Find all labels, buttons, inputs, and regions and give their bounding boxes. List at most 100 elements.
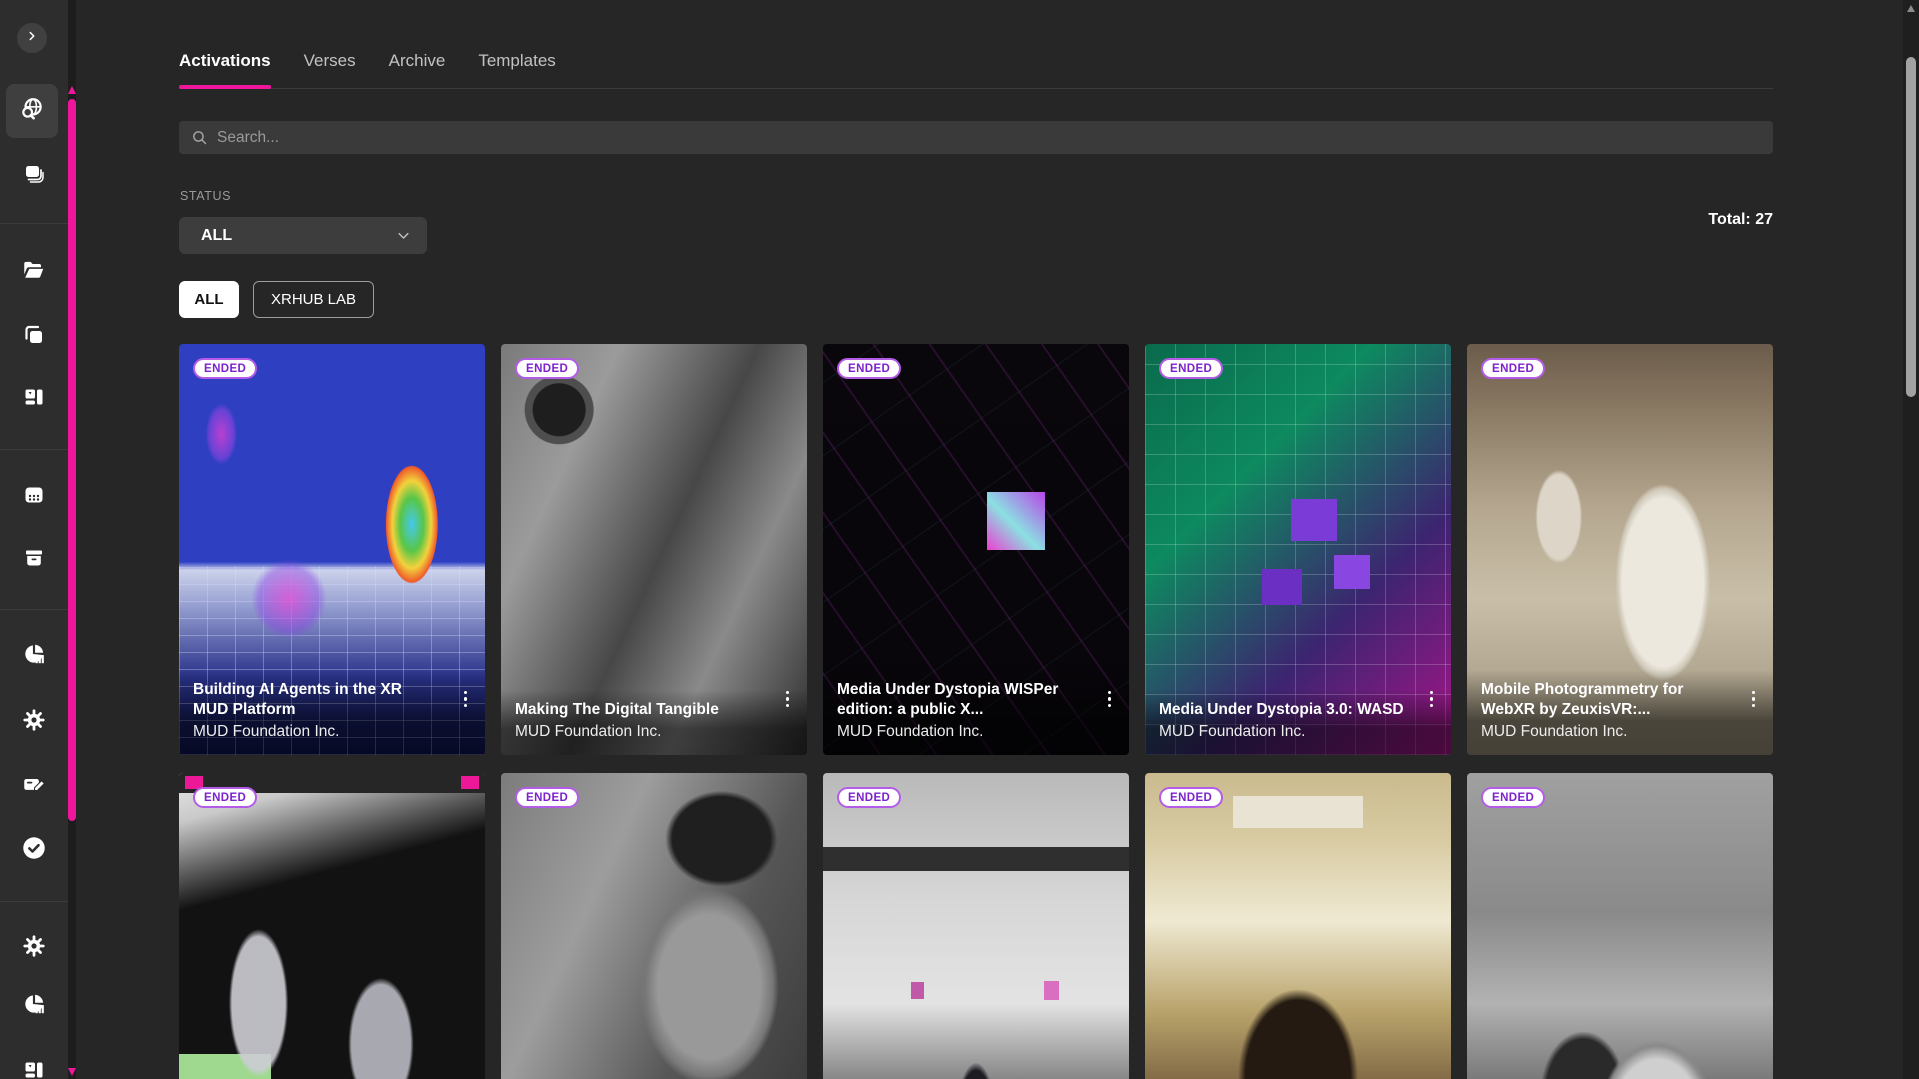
sidebar-item-settings-2[interactable] — [14, 928, 54, 968]
copy-icon — [22, 323, 46, 352]
sidebar-item-copies[interactable] — [14, 317, 54, 357]
search-bar — [179, 121, 1773, 154]
status-dropdown[interactable]: ALL — [179, 217, 427, 254]
status-badge: ENDED — [837, 358, 901, 379]
card-caption: Media Under Dystopia WISPer edition: a p… — [823, 670, 1129, 755]
status-badge: ENDED — [193, 787, 257, 808]
card-org: MUD Foundation Inc. — [1159, 722, 1437, 742]
tab-verses[interactable]: Verses — [304, 51, 356, 71]
card-menu-button[interactable] — [1104, 687, 1116, 712]
card-caption: Mobile Photogrammetry for WebXR by Zeuxi… — [1467, 670, 1773, 755]
status-badge: ENDED — [515, 787, 579, 808]
tab-archive[interactable]: Archive — [389, 51, 446, 71]
chevron-down-icon — [396, 228, 411, 243]
sidebar-item-calendar[interactable] — [14, 477, 54, 517]
sidebar — [0, 0, 68, 1079]
card-image — [823, 773, 1129, 1079]
status-badge: ENDED — [1481, 358, 1545, 379]
scroll-down-arrow-icon[interactable] — [68, 1068, 76, 1076]
sidebar-item-discover[interactable] — [6, 84, 58, 138]
layers-icon — [22, 162, 46, 191]
settings-gear-icon — [22, 708, 46, 737]
card-title: Media Under Dystopia 3.0: WASD — [1159, 700, 1404, 720]
card-org: MUD Foundation Inc. — [193, 722, 471, 742]
sidebar-item-projects[interactable] — [14, 252, 54, 292]
check-circle-icon — [20, 834, 48, 867]
card-caption: Media Under Dystopia 3.0: WASD MUD Found… — [1145, 690, 1451, 755]
page-scrollbar-thumb[interactable] — [1906, 57, 1916, 397]
sidebar-item-media[interactable] — [14, 379, 54, 419]
sidebar-expand-button[interactable] — [17, 23, 47, 53]
card-edit-icon — [21, 772, 47, 803]
sidebar-item-analytics-2[interactable] — [14, 986, 54, 1026]
scroll-up-arrow-icon[interactable] — [68, 86, 76, 94]
activation-card[interactable]: ENDED Building AI Agents in the XR MUD P… — [179, 344, 485, 755]
sidebar-item-card-editor[interactable] — [14, 767, 54, 807]
page-scrollbar — [1903, 0, 1919, 1079]
card-title: Media Under Dystopia WISPer edition: a p… — [837, 680, 1082, 720]
card-caption: Building AI Agents in the XR MUD Platfor… — [179, 670, 485, 755]
scroll-up-arrow-icon[interactable] — [1907, 5, 1915, 12]
total-count: Total: 27 — [1708, 211, 1773, 229]
main-content: Activations Verses Archive Templates STA… — [179, 0, 1773, 1079]
activation-card[interactable]: ENDED — [823, 773, 1129, 1079]
analytics-pie-icon — [21, 641, 47, 672]
calendar-icon — [22, 483, 46, 512]
status-badge: ENDED — [193, 358, 257, 379]
activation-card[interactable]: ENDED Media Under Dystopia 3.0: WASD MUD… — [1145, 344, 1451, 755]
card-menu-button[interactable] — [460, 687, 472, 712]
folder-icon — [21, 257, 47, 288]
card-image — [179, 773, 485, 1079]
activation-card[interactable]: ENDED — [1467, 773, 1773, 1079]
card-title: Mobile Photogrammetry for WebXR by Zeuxi… — [1481, 680, 1726, 720]
sidebar-item-verses[interactable] — [14, 156, 54, 196]
sidebar-item-settings[interactable] — [14, 702, 54, 742]
sidebar-item-analytics[interactable] — [14, 636, 54, 676]
status-badge: ENDED — [1481, 787, 1545, 808]
sidebar-divider — [0, 609, 68, 610]
card-menu-button[interactable] — [1748, 687, 1760, 712]
analytics-pie-icon — [21, 991, 47, 1022]
sidebar-item-approvals[interactable] — [14, 830, 54, 870]
scope-xrhub-lab-button[interactable]: XRHUB LAB — [253, 281, 374, 318]
activation-card[interactable]: ENDED Making The Digital Tangible MUD Fo… — [501, 344, 807, 755]
media-layout-icon — [22, 1058, 46, 1079]
status-badge: ENDED — [1159, 787, 1223, 808]
sidebar-scrollbar — [68, 0, 76, 1079]
search-input[interactable] — [217, 129, 1761, 147]
card-org: MUD Foundation Inc. — [837, 722, 1115, 742]
tab-templates[interactable]: Templates — [478, 51, 555, 71]
card-title: Building AI Agents in the XR MUD Platfor… — [193, 680, 438, 720]
sidebar-divider — [0, 449, 68, 450]
scope-all-button[interactable]: ALL — [179, 281, 239, 318]
sidebar-scrollbar-thumb[interactable] — [68, 99, 76, 821]
tab-bar: Activations Verses Archive Templates — [179, 0, 1773, 89]
card-image — [501, 773, 807, 1079]
card-caption: Making The Digital Tangible MUD Foundati… — [501, 690, 807, 755]
activation-card[interactable]: ENDED — [1145, 773, 1451, 1079]
activation-card[interactable]: ENDED Mobile Photogrammetry for WebXR by… — [1467, 344, 1773, 755]
cards-grid: ENDED Building AI Agents in the XR MUD P… — [179, 344, 1773, 1079]
search-icon — [191, 129, 208, 146]
status-label: STATUS — [180, 189, 231, 203]
sidebar-divider — [0, 901, 68, 902]
tab-activations[interactable]: Activations — [179, 51, 271, 71]
activation-card[interactable]: ENDED — [501, 773, 807, 1079]
sidebar-item-archive[interactable] — [14, 540, 54, 580]
card-org: MUD Foundation Inc. — [515, 722, 793, 742]
media-layout-icon — [22, 385, 46, 414]
sidebar-divider — [0, 223, 68, 224]
globe-search-icon — [19, 96, 45, 127]
card-menu-button[interactable] — [782, 687, 794, 712]
activation-card[interactable]: ENDED — [179, 773, 485, 1079]
status-dropdown-value: ALL — [201, 227, 232, 245]
card-image — [1467, 773, 1773, 1079]
sidebar-item-media-2[interactable] — [14, 1052, 54, 1079]
chevron-right-icon — [25, 29, 39, 48]
card-menu-button[interactable] — [1426, 687, 1438, 712]
activation-card[interactable]: ENDED Media Under Dystopia WISPer editio… — [823, 344, 1129, 755]
status-badge: ENDED — [515, 358, 579, 379]
archive-box-icon — [22, 546, 46, 575]
scope-filter-row: ALL XRHUB LAB — [179, 281, 374, 318]
card-title: Making The Digital Tangible — [515, 700, 760, 720]
